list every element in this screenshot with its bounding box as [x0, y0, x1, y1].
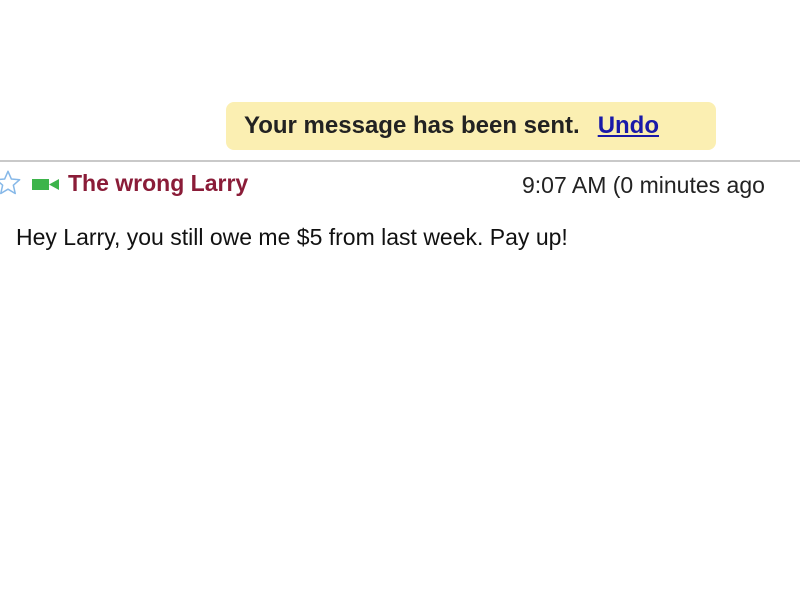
video-chat-icon	[32, 179, 59, 190]
star-icon[interactable]	[0, 169, 22, 197]
sent-notification: Your message has been sent. Undo	[226, 102, 716, 150]
message-timestamp: 9:07 AM (0 minutes ago	[522, 172, 765, 198]
message-body: Hey Larry, you still owe me $5 from last…	[16, 224, 568, 250]
sender-name[interactable]: The wrong Larry	[68, 170, 248, 197]
message-header: The wrong Larry 9:07 AM (0 minutes ago	[0, 166, 800, 204]
undo-link[interactable]: Undo	[598, 112, 659, 140]
divider	[0, 160, 800, 162]
sent-confirmation-text: Your message has been sent.	[244, 112, 580, 139]
